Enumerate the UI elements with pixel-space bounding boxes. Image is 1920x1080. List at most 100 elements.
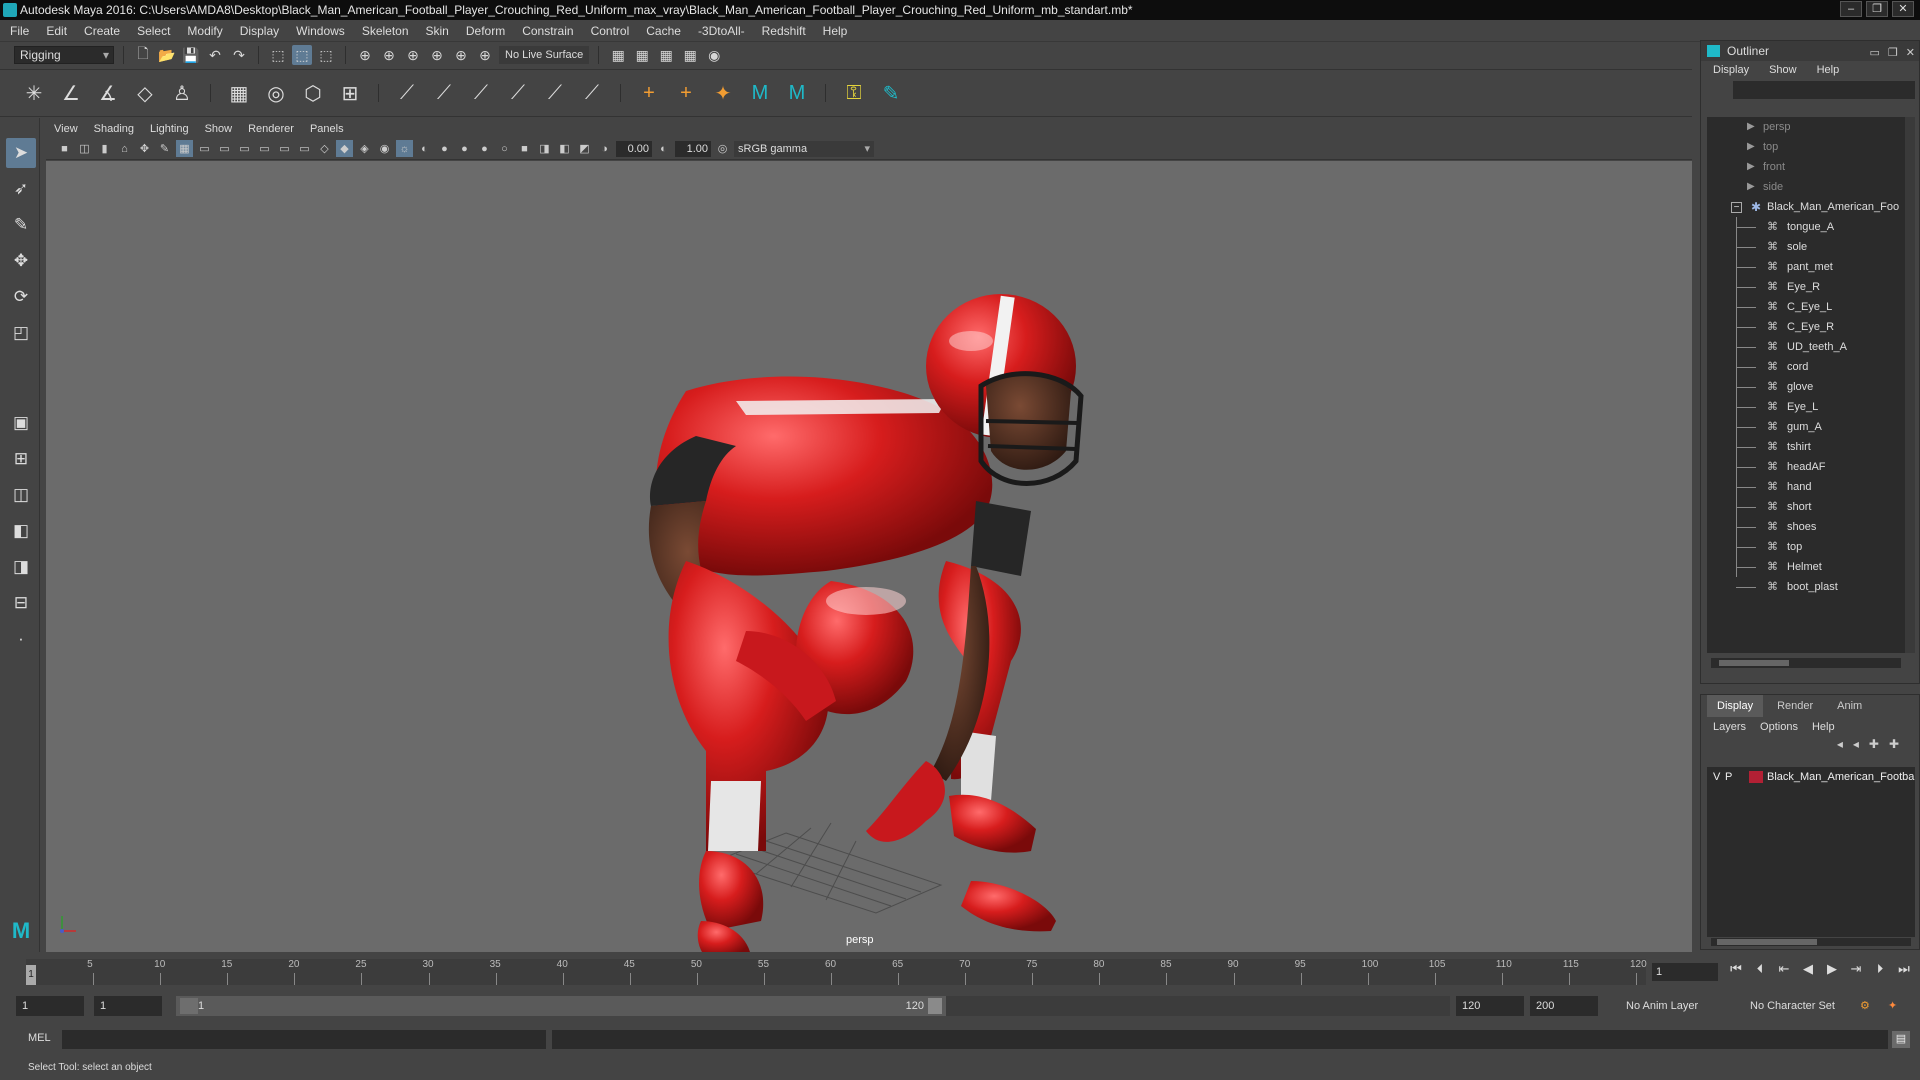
render-frame-icon[interactable]: ▦ xyxy=(656,45,676,65)
play-forwards-icon[interactable]: ▶ xyxy=(1822,961,1842,977)
go-to-start-icon[interactable]: ⏮ xyxy=(1726,961,1746,977)
outliner-item[interactable]: ⌘ short xyxy=(1707,497,1905,517)
outliner-menu-show[interactable]: Show xyxy=(1769,61,1797,79)
panel-menu-renderer[interactable]: Renderer xyxy=(248,123,294,135)
outliner-item[interactable]: ⌘ tshirt xyxy=(1707,437,1905,457)
layer-color-swatch[interactable] xyxy=(1749,771,1763,783)
outliner-item[interactable]: ⌘ Eye_L xyxy=(1707,397,1905,417)
outliner-item[interactable]: ⌘ top xyxy=(1707,537,1905,557)
wireframe-on-shaded-icon[interactable]: ◈ xyxy=(356,140,373,157)
playback-end-field[interactable]: 120 xyxy=(1456,996,1524,1016)
outliner-item[interactable]: ⌘ Helmet xyxy=(1707,557,1905,577)
menu-deform[interactable]: Deform xyxy=(466,24,505,38)
minimize-button[interactable]: – xyxy=(1840,1,1862,17)
select-tool-icon[interactable]: ➤ xyxy=(6,138,36,168)
step-back-key-icon[interactable]: ⇤ xyxy=(1774,961,1794,977)
menu-cache[interactable]: Cache xyxy=(646,24,681,38)
snap-point-icon[interactable]: ⊕ xyxy=(403,45,423,65)
menu-file[interactable]: File xyxy=(10,24,29,38)
wire-icon[interactable]: ⊞ xyxy=(336,79,364,107)
exposure-field[interactable]: 0.00 xyxy=(616,140,652,157)
undo-icon[interactable]: ↶ xyxy=(205,45,225,65)
current-time-marker[interactable]: 1 xyxy=(26,965,36,985)
select-hierarchy-icon[interactable]: ⬚ xyxy=(268,45,288,65)
maximize-button[interactable]: ❐ xyxy=(1866,1,1888,17)
select-component-icon[interactable]: ⬚ xyxy=(316,45,336,65)
current-frame-field[interactable]: 1 xyxy=(1652,963,1718,981)
layout-more-icon[interactable]: · xyxy=(6,624,36,654)
textured-icon[interactable]: ◉ xyxy=(376,140,393,157)
smooth-shade-icon[interactable]: ◆ xyxy=(336,140,353,157)
playback-start-field[interactable]: 1 xyxy=(94,996,162,1016)
outliner-vertical-scrollbar[interactable] xyxy=(1905,117,1915,653)
character-set-dropdown[interactable]: No Character Set xyxy=(1750,996,1835,1016)
layer-horizontal-scrollbar[interactable] xyxy=(1711,938,1911,946)
command-input[interactable] xyxy=(62,1030,546,1049)
menu-skin[interactable]: Skin xyxy=(426,24,449,38)
copy-weights-icon[interactable]: ⟋ xyxy=(504,79,532,107)
outliner-persp-icon[interactable]: ◧ xyxy=(6,516,36,546)
perspective-viewport[interactable]: persp xyxy=(46,161,1692,952)
panel-menu-shading[interactable]: Shading xyxy=(94,123,134,135)
outliner-item[interactable]: ⌘ cord xyxy=(1707,357,1905,377)
graph-persp-icon[interactable]: ◨ xyxy=(6,552,36,582)
four-view-icon[interactable]: ⊞ xyxy=(6,444,36,474)
layer-menu-help[interactable]: Help xyxy=(1812,717,1835,737)
grease-pencil-icon[interactable]: ✎ xyxy=(156,140,173,157)
new-empty-layer-icon[interactable]: ✚ xyxy=(1869,737,1889,751)
outliner-item[interactable]: ⌘ boot_plast xyxy=(1707,577,1905,597)
rotate-tool-icon[interactable]: ⟳ xyxy=(6,282,36,312)
new-layer-from-selection-icon[interactable]: ✚ xyxy=(1889,737,1909,751)
panel-menu-show[interactable]: Show xyxy=(205,123,233,135)
outliner-minimize-icon[interactable]: ▭ xyxy=(1870,43,1880,63)
animation-end-field[interactable]: 200 xyxy=(1530,996,1598,1016)
grid-icon[interactable]: ▦ xyxy=(176,140,193,157)
step-back-frame-icon[interactable]: ⏴ xyxy=(1750,961,1770,977)
paint-weights-icon[interactable]: ⟋ xyxy=(430,79,458,107)
shadows-icon[interactable]: ◐ xyxy=(416,140,433,157)
render-settings-icon[interactable]: ▦ xyxy=(608,45,628,65)
humanik-icon[interactable]: ♙ xyxy=(168,79,196,107)
bookmark-icon[interactable]: ▮ xyxy=(96,140,113,157)
panel-menu-lighting[interactable]: Lighting xyxy=(150,123,189,135)
safe-title-icon[interactable]: ▭ xyxy=(296,140,313,157)
outliner-item[interactable]: ⌘ tongue_A xyxy=(1707,217,1905,237)
bind-skin-icon[interactable]: ⟋ xyxy=(393,79,421,107)
menu-redshift[interactable]: Redshift xyxy=(762,24,806,38)
ipr-render-icon[interactable]: ▦ xyxy=(680,45,700,65)
outliner-item-front[interactable]: ▶ front xyxy=(1707,157,1905,177)
lattice-icon[interactable]: ◎ xyxy=(262,79,290,107)
display-layer-row[interactable]: V P Black_Man_American_Footba xyxy=(1707,767,1915,787)
menu-skeleton[interactable]: Skeleton xyxy=(362,24,409,38)
anim-layer-dropdown[interactable]: No Anim Layer xyxy=(1626,996,1698,1016)
outliner-menu-help[interactable]: Help xyxy=(1817,61,1840,79)
menu-help[interactable]: Help xyxy=(823,24,848,38)
outliner-item[interactable]: ⌘ glove xyxy=(1707,377,1905,397)
menu-display[interactable]: Display xyxy=(240,24,279,38)
aim-constraint-icon[interactable]: + xyxy=(672,79,700,107)
prune-weights-icon[interactable]: ⟋ xyxy=(541,79,569,107)
step-forward-frame-icon[interactable]: ⏵ xyxy=(1870,961,1890,977)
move-layer-down-icon[interactable]: ◂ xyxy=(1853,737,1869,751)
select-object-icon[interactable]: ⬚ xyxy=(292,45,312,65)
view-transform-dropdown[interactable]: sRGB gamma xyxy=(734,140,874,157)
color-management-icon[interactable]: ◎ xyxy=(714,140,731,157)
hypergraph-persp-icon[interactable]: ⊟ xyxy=(6,588,36,618)
outliner-menu-display[interactable]: Display xyxy=(1713,61,1749,79)
wrap-icon[interactable]: ⬡ xyxy=(299,79,327,107)
xray-active-icon[interactable]: ◩ xyxy=(576,140,593,157)
layer-menu-options[interactable]: Options xyxy=(1760,717,1798,737)
xray-icon[interactable]: ◨ xyxy=(536,140,553,157)
two-d-pan-icon[interactable]: ✥ xyxy=(136,140,153,157)
range-slider[interactable]: 1 120 xyxy=(176,996,946,1016)
render-view-icon[interactable]: ▦ xyxy=(632,45,652,65)
outliner-item-persp[interactable]: ▶ persp xyxy=(1707,117,1905,137)
outliner-horizontal-scrollbar[interactable] xyxy=(1711,658,1901,668)
parent-constraint-icon[interactable]: M xyxy=(746,79,774,107)
outliner-item[interactable]: ⌘ gum_A xyxy=(1707,417,1905,437)
outliner-item[interactable]: ⌘ sole xyxy=(1707,237,1905,257)
menu-constrain[interactable]: Constrain xyxy=(522,24,573,38)
outliner-item[interactable]: ⌘ hand xyxy=(1707,477,1905,497)
depth-of-field-icon[interactable]: ○ xyxy=(496,140,513,157)
menu-set-dropdown[interactable]: Rigging xyxy=(14,46,114,64)
